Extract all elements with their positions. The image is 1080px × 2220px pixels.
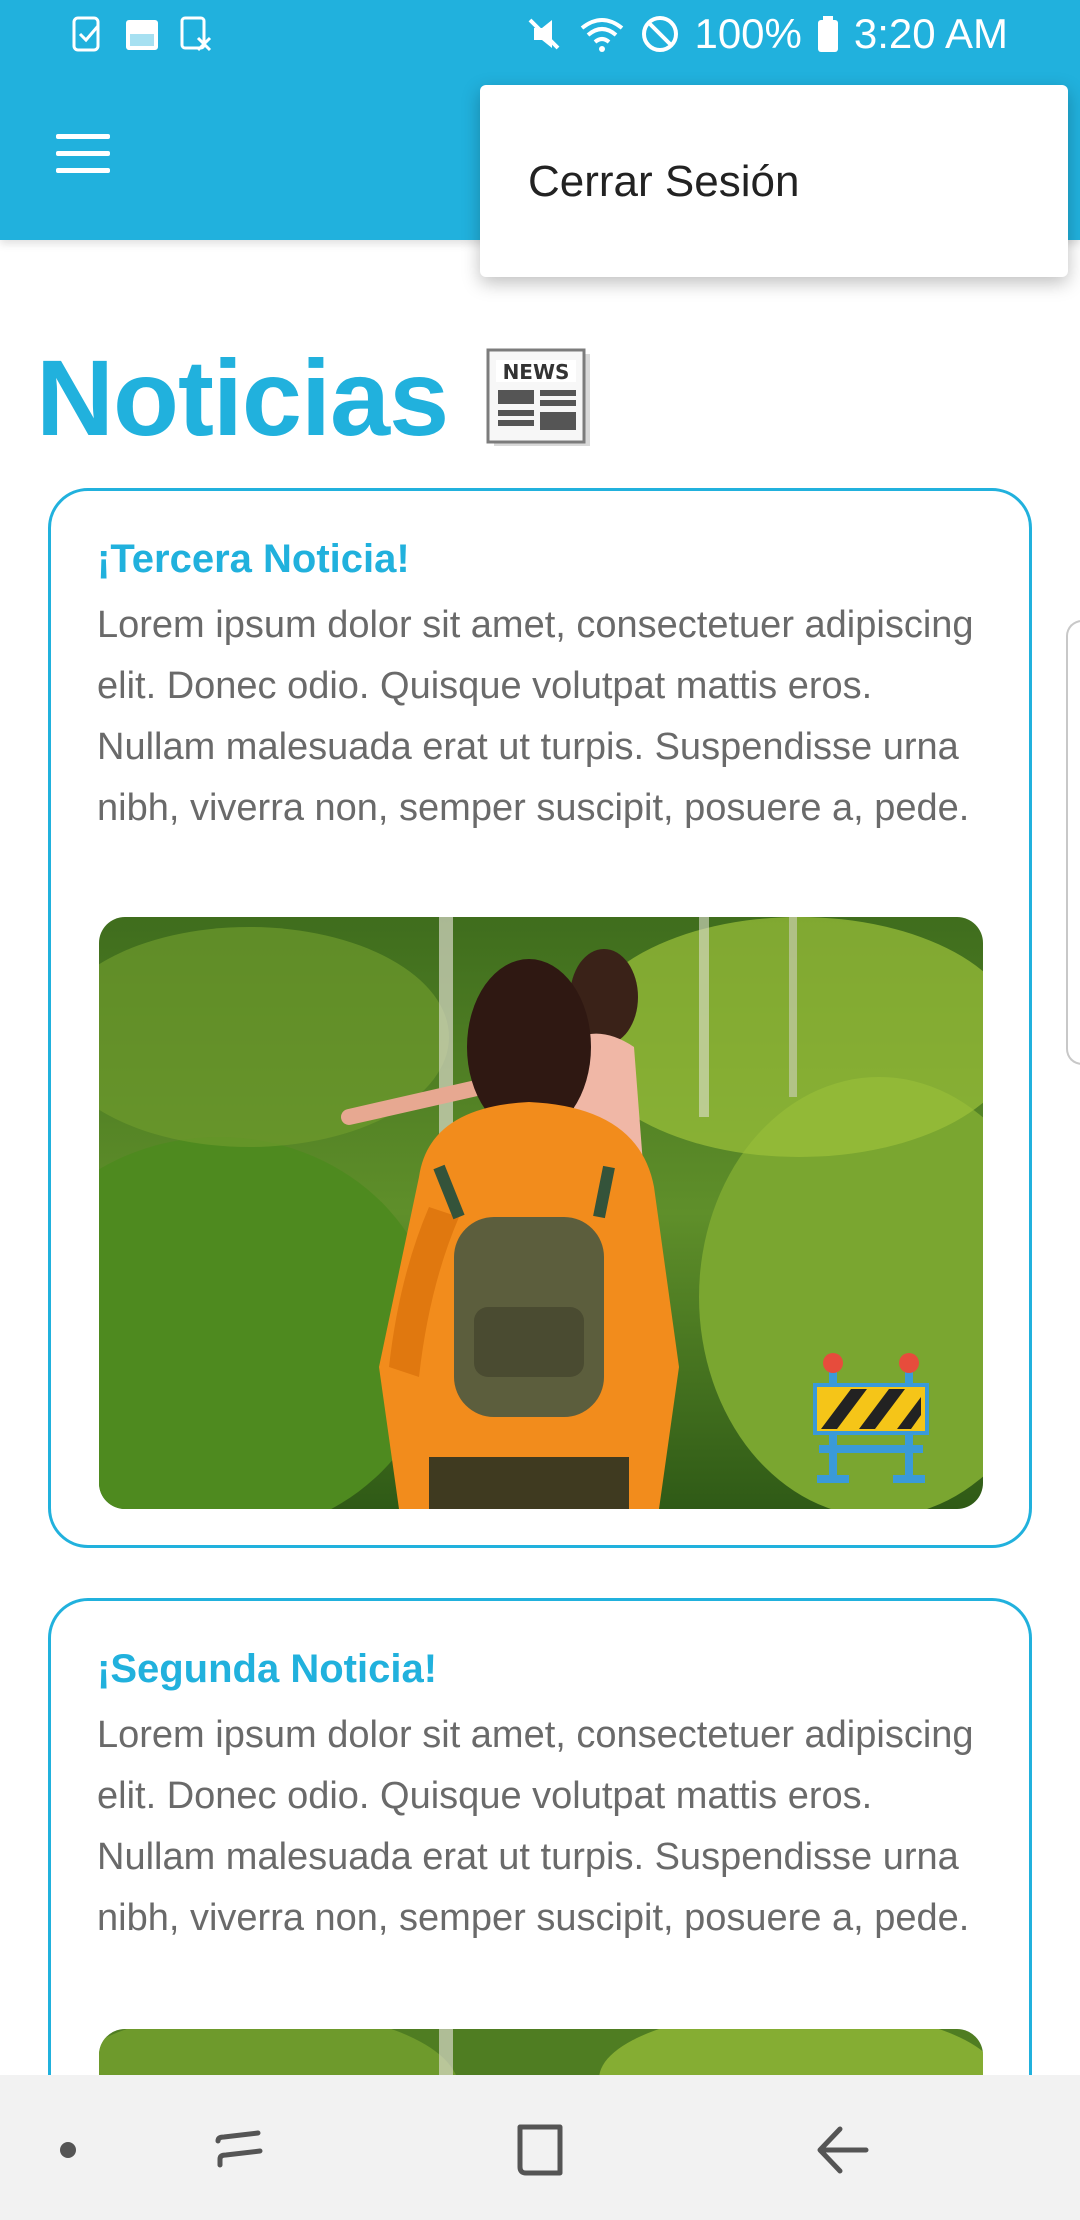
news-card-photo — [99, 917, 983, 1509]
task-check-icon — [72, 16, 100, 52]
svg-text:NEWS: NEWS — [503, 360, 570, 384]
news-card[interactable]: ¡Tercera Noticia! Lorem ipsum dolor sit … — [48, 488, 1032, 1548]
news-card[interactable]: ¡Segunda Noticia! Lorem ipsum dolor sit … — [48, 1598, 1032, 2158]
system-nav-bar — [0, 2075, 1080, 2220]
menu-hamburger-icon[interactable] — [52, 130, 116, 178]
battery-percent: 100% — [694, 10, 802, 57]
system-indicators: 100% 3:20 AM — [524, 10, 1008, 58]
page-title: Noticias — [36, 337, 449, 458]
notification-icons — [70, 14, 214, 54]
edge-panel-handle[interactable] — [1066, 620, 1080, 1065]
newspaper-icon: NEWS — [486, 348, 591, 446]
recent-apps-icon[interactable] — [200, 2115, 280, 2185]
mute-icon — [529, 18, 560, 50]
home-square-icon[interactable] — [500, 2115, 580, 2185]
wifi-icon — [581, 18, 624, 52]
overflow-menu: Cerrar Sesión — [480, 85, 1068, 277]
calendar-cloud-icon — [126, 20, 158, 50]
page-header: Noticias NEWS — [36, 335, 596, 460]
clock: 3:20 AM — [853, 10, 1008, 57]
battery-icon — [817, 16, 838, 52]
nav-dot-icon[interactable] — [28, 2115, 108, 2185]
news-card-body: Lorem ipsum dolor sit amet, consectetuer… — [97, 604, 974, 829]
do-not-disturb-icon — [642, 16, 679, 52]
construction-barrier-icon — [813, 1353, 929, 1483]
news-card-title: ¡Tercera Noticia! — [97, 537, 410, 581]
status-bar: 100% 3:20 AM — [0, 0, 1080, 72]
logout-menu-item[interactable]: Cerrar Sesión — [528, 157, 799, 207]
news-card-title: ¡Segunda Noticia! — [97, 1647, 438, 1691]
news-card-body: Lorem ipsum dolor sit amet, consectetuer… — [97, 1714, 974, 1939]
calculator-icon — [180, 16, 212, 52]
back-arrow-icon[interactable] — [804, 2115, 884, 2185]
